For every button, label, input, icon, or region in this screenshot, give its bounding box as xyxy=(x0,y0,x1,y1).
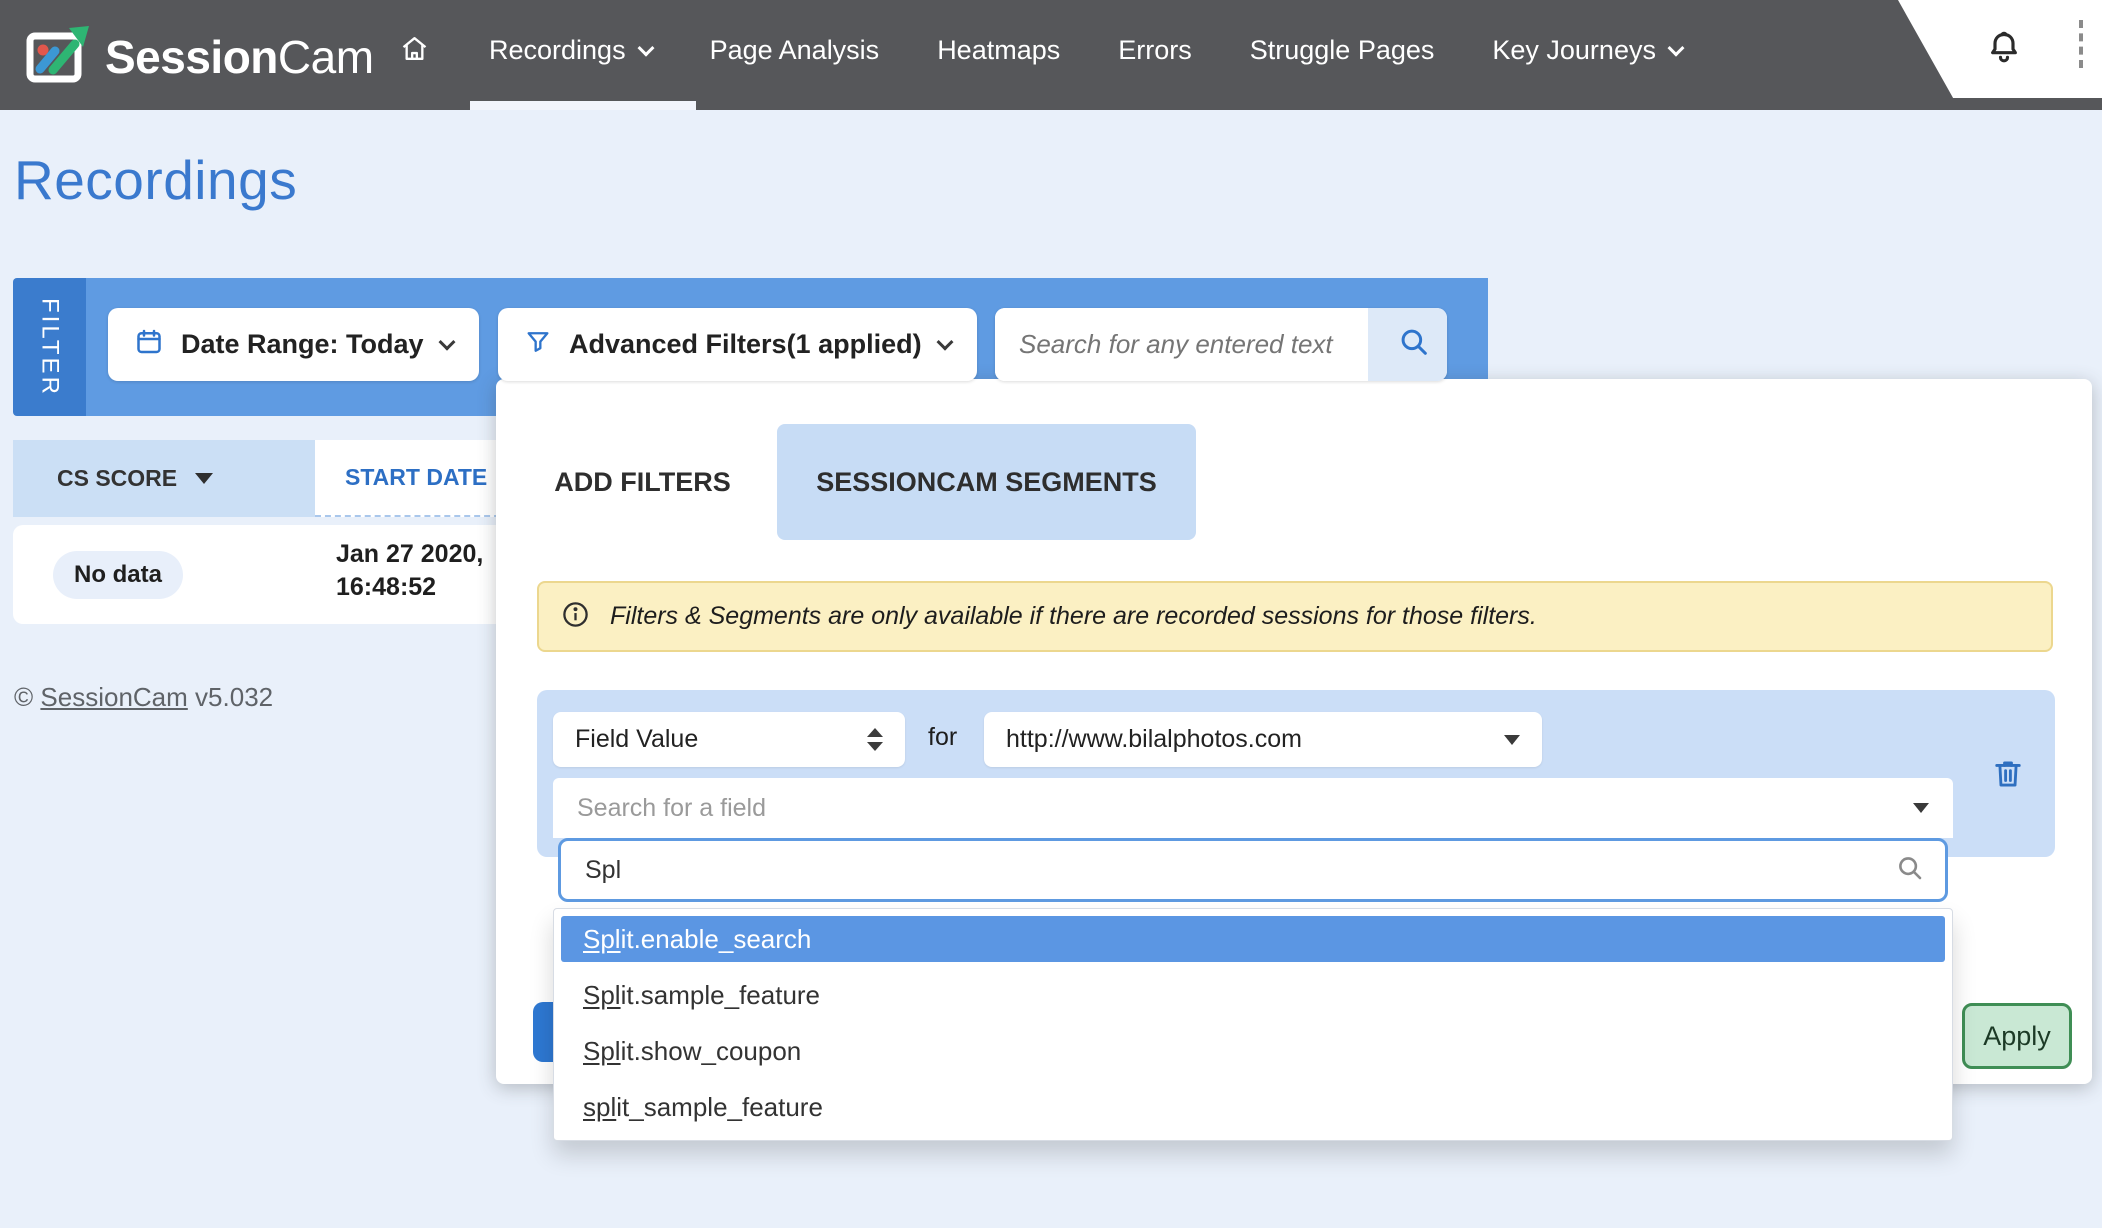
field-suggestion-list: Split.enable_search Split.sample_feature… xyxy=(553,908,1953,1141)
field-query-box xyxy=(558,838,1948,902)
date-range-button[interactable]: Date Range: Today xyxy=(108,308,479,381)
chevron-down-icon xyxy=(1667,39,1684,56)
filter-vertical-label: FILTER xyxy=(36,298,64,397)
chevron-down-icon xyxy=(936,333,953,350)
field-query-input[interactable] xyxy=(561,841,1895,899)
advanced-filters-button[interactable]: Advanced Filters(1 applied) xyxy=(498,308,977,381)
chevron-down-icon xyxy=(637,39,654,56)
sessioncam-link[interactable]: SessionCam xyxy=(40,682,187,712)
delete-filter-button[interactable] xyxy=(1990,755,2026,793)
suggestion-item[interactable]: Split.show_coupon xyxy=(561,1028,1945,1074)
overflow-menu-icon[interactable] xyxy=(2079,20,2083,68)
date-range-label: Date Range: Today xyxy=(181,329,424,360)
nav-item-errors[interactable]: Errors xyxy=(1118,35,1192,66)
page-title: Recordings xyxy=(14,148,297,212)
footer-version: © SessionCam v5.032 xyxy=(14,682,273,713)
column-header-cs-score[interactable]: CS SCORE xyxy=(13,440,315,517)
tab-sessioncam-segments[interactable]: SESSIONCAM SEGMENTS xyxy=(777,424,1196,540)
dropdown-arrow-icon xyxy=(1913,803,1929,813)
brand-logo[interactable]: SessionCam xyxy=(25,24,374,89)
nav-item-struggle-pages[interactable]: Struggle Pages xyxy=(1250,35,1435,66)
funnel-icon xyxy=(524,328,552,361)
recordings-page: Recordings FILTER Date Range: Today Adva… xyxy=(0,0,2102,1228)
nav-item-recordings[interactable]: Recordings xyxy=(489,35,652,66)
field-search-select[interactable]: Search for a field xyxy=(553,778,1953,838)
chevron-down-icon xyxy=(438,333,455,350)
calendar-icon xyxy=(134,327,164,362)
active-tab-indicator xyxy=(470,101,696,110)
brand-name: SessionCam xyxy=(105,30,374,84)
sessioncam-logo-icon xyxy=(25,24,91,89)
info-banner-text: Filters & Segments are only available if… xyxy=(610,602,1537,631)
apply-button[interactable]: Apply xyxy=(1962,1003,2072,1069)
home-icon[interactable] xyxy=(398,32,431,70)
suggestion-item[interactable]: Split.enable_search xyxy=(561,916,1945,962)
search-icon xyxy=(1397,325,1431,364)
info-banner: Filters & Segments are only available if… xyxy=(537,581,2053,652)
info-icon xyxy=(561,600,590,634)
filter-vertical-tab[interactable]: FILTER xyxy=(13,278,86,416)
search-icon xyxy=(1895,853,1925,888)
search-button[interactable] xyxy=(1368,308,1447,381)
top-nav: SessionCam Recordings Page Analysis Heat… xyxy=(0,0,2102,110)
field-search-placeholder: Search for a field xyxy=(577,794,766,823)
dropdown-arrow-icon xyxy=(1504,735,1520,745)
nav-item-key-journeys[interactable]: Key Journeys xyxy=(1492,35,1682,66)
table-row[interactable]: No data Jan 27 2020, 16:48:52 xyxy=(13,525,510,624)
advanced-filters-panel: ADD FILTERS SESSIONCAM SEGMENTS Filters … xyxy=(496,379,2092,1084)
search-input[interactable] xyxy=(995,308,1368,381)
site-select[interactable]: http://www.bilalphotos.com xyxy=(984,712,1542,767)
cs-score-badge: No data xyxy=(53,551,183,599)
suggestion-item[interactable]: split_sample_feature xyxy=(561,1084,1945,1130)
select-arrows-icon xyxy=(867,728,883,751)
suggestion-item[interactable]: Split.sample_feature xyxy=(561,972,1945,1018)
for-label: for xyxy=(928,723,957,752)
start-date-cell: Jan 27 2020, 16:48:52 xyxy=(336,538,483,604)
text-search-box xyxy=(995,308,1447,381)
main-nav: Recordings Page Analysis Heatmaps Errors… xyxy=(398,0,1682,101)
tab-add-filters[interactable]: ADD FILTERS xyxy=(540,424,745,540)
notifications-bell-icon[interactable] xyxy=(1984,26,2024,68)
nav-item-heatmaps[interactable]: Heatmaps xyxy=(937,35,1060,66)
nav-item-page-analysis[interactable]: Page Analysis xyxy=(710,35,880,66)
sort-desc-icon xyxy=(195,473,213,484)
field-type-select[interactable]: Field Value xyxy=(553,712,905,767)
column-header-start-date[interactable]: START DATE xyxy=(315,440,510,517)
advanced-filters-label: Advanced Filters(1 applied) xyxy=(569,329,922,360)
